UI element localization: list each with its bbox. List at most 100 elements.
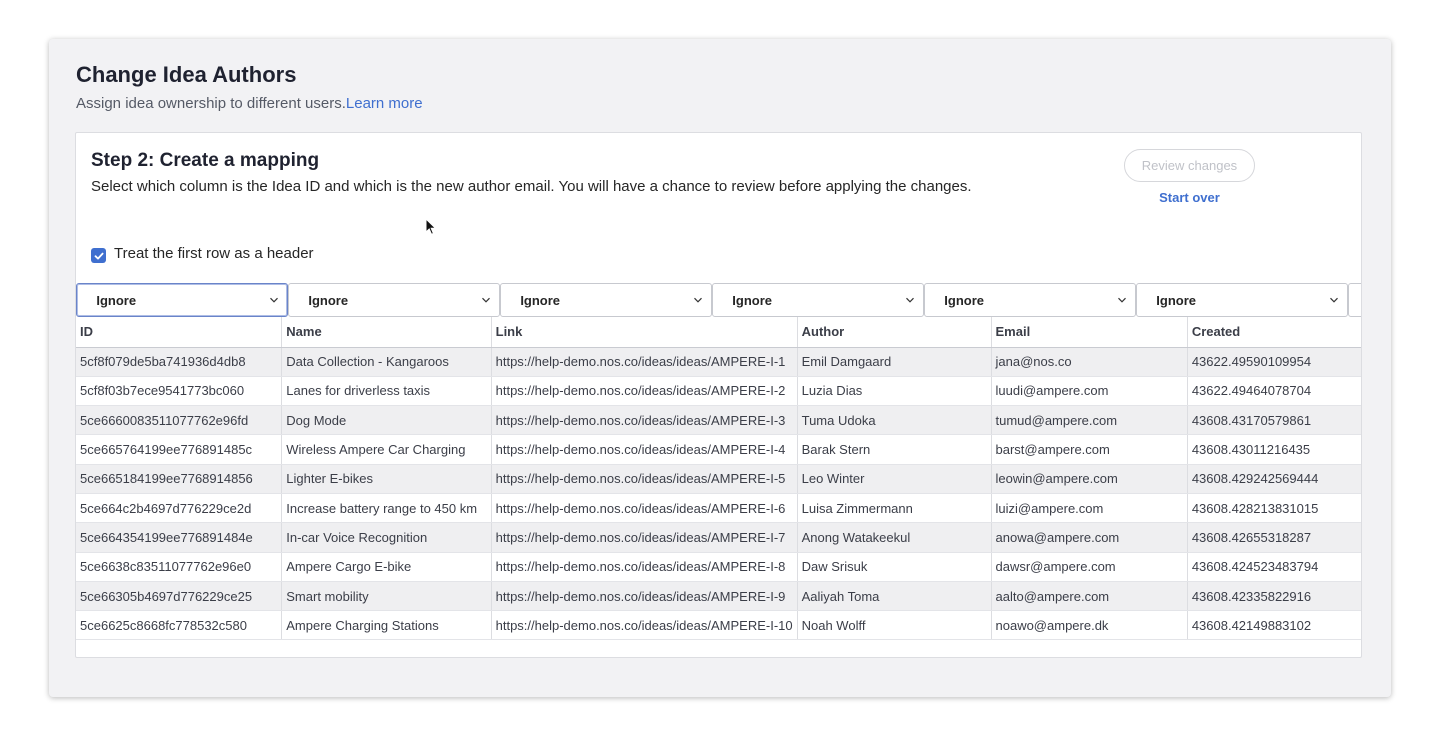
table-row: 5ce665764199ee776891485c Wireless Ampere … (76, 434, 1361, 465)
table-cell: aalto@ampere.com (991, 581, 1188, 612)
learn-more-link[interactable]: Learn more (346, 95, 423, 112)
table-cell: Luisa Zimmermann (797, 493, 992, 524)
column-mapping-select-4[interactable]: Ignore (712, 283, 924, 317)
column-mapping-select-3[interactable]: Ignore (500, 283, 712, 317)
column-header: Author (797, 317, 992, 348)
table-cell: Increase battery range to 450 km (281, 493, 492, 524)
table-cell: Luzia Dias (797, 376, 992, 407)
step-description: Select which column is the Idea ID and w… (91, 178, 972, 195)
chevron-down-icon (1329, 297, 1338, 303)
table-cell: 5ce6660083511077762e96fd (76, 405, 283, 436)
table-cell: 5ce665184199ee7768914856 (76, 464, 283, 494)
table-row: 5ce6638c83511077762e96e0 Ampere Cargo E-b… (76, 552, 1361, 582)
column-header: Link (491, 317, 798, 348)
mapping-panel: Step 2: Create a mapping Select which co… (75, 132, 1362, 658)
column-mapping-selects: Ignore Ignore Ignore Ignore Ignore Ignore (76, 283, 1361, 317)
table-cell: Noah Wolff (797, 610, 992, 641)
table-cell: tumud@ampere.com (991, 405, 1188, 436)
table-cell: 43608.428213831015 (1187, 493, 1361, 524)
start-over-link[interactable]: Start over (1124, 190, 1255, 205)
table-cell: barst@ampere.com (991, 434, 1188, 465)
table-cell: luizi@ampere.com (991, 493, 1188, 524)
table-cell: In-car Voice Recognition (281, 522, 492, 553)
table-cell: Ampere Charging Stations (281, 610, 492, 641)
table-cell: 5ce664c2b4697d776229ce2d (76, 493, 283, 524)
column-mapping-select-value: Ignore (96, 292, 137, 308)
table-cell: 5ce6625c8668fc778532c580 (76, 610, 283, 641)
column-mapping-select-5[interactable]: Ignore (924, 283, 1136, 317)
table-cell: noawo@ampere.dk (991, 610, 1188, 641)
change-idea-authors-dialog: Change Idea Authors Assign idea ownershi… (49, 39, 1391, 697)
table-cell: 43608.42149883102 (1187, 610, 1361, 641)
table-cell: 43622.49464078704 (1187, 376, 1361, 407)
chevron-down-icon (693, 297, 702, 303)
column-header: Created (1187, 317, 1361, 348)
column-mapping-select-value: Ignore (520, 292, 561, 308)
table-cell: Dog Mode (281, 405, 492, 436)
table-cell: jana@nos.co (991, 347, 1188, 377)
column-mapping-select-value: Ignore (308, 292, 349, 308)
table-cell: 43622.49590109954 (1187, 347, 1361, 377)
checkmark-icon (94, 252, 103, 259)
table-cell: Barak Stern (797, 434, 992, 465)
step-title: Step 2: Create a mapping (91, 150, 320, 171)
column-mapping-select-6[interactable]: Ignore (1136, 283, 1348, 317)
table-cell: Leo Winter (797, 464, 992, 494)
table-cell: https://help-demo.nos.co/ideas/ideas/AMP… (491, 464, 798, 494)
table-row: 5ce664354199ee776891484e In-car Voice Rec… (76, 522, 1361, 553)
chevron-down-icon (269, 297, 278, 303)
table-cell: 5ce664354199ee776891484e (76, 522, 283, 553)
table-cell: https://help-demo.nos.co/ideas/ideas/AMP… (491, 347, 798, 377)
header-row-checkbox[interactable] (91, 248, 106, 263)
column-mapping-select-1[interactable]: Ignore (76, 283, 288, 317)
chevron-down-icon (905, 297, 914, 303)
review-changes-button[interactable]: Review changes (1124, 149, 1255, 182)
dialog-subtitle: Assign idea ownership to different users… (76, 95, 423, 112)
column-mapping-select-7[interactable] (1348, 283, 1361, 317)
table-row: 5ce6625c8668fc778532c580 Ampere Charging … (76, 610, 1361, 641)
table-row: 5cf8f079de5ba741936d4db8 Data Collection … (76, 347, 1361, 377)
table-cell: https://help-demo.nos.co/ideas/ideas/AMP… (491, 581, 798, 612)
table-body: 5cf8f079de5ba741936d4db8 Data Collection … (76, 347, 1361, 641)
header-row-checkbox-label[interactable]: Treat the first row as a header (114, 245, 314, 262)
table-cell: https://help-demo.nos.co/ideas/ideas/AMP… (491, 552, 798, 582)
table-row: 5ce665184199ee7768914856 Lighter E-bikes h… (76, 464, 1361, 494)
table-cell: Ampere Cargo E-bike (281, 552, 492, 582)
table-row: 5ce6660083511077762e96fd Dog Mode https://… (76, 405, 1361, 436)
column-header: Name (281, 317, 492, 348)
chevron-down-icon (481, 297, 490, 303)
dialog-title: Change Idea Authors (76, 62, 297, 87)
table-row: 5ce664c2b4697d776229ce2d Increase battery… (76, 493, 1361, 524)
table-cell: https://help-demo.nos.co/ideas/ideas/AMP… (491, 493, 798, 524)
table-cell: https://help-demo.nos.co/ideas/ideas/AMP… (491, 522, 798, 553)
table-cell: anowa@ampere.com (991, 522, 1188, 553)
table-cell: dawsr@ampere.com (991, 552, 1188, 582)
table-cell: 5ce6638c83511077762e96e0 (76, 552, 283, 582)
preview-table: IDNameLinkAuthorEmailCreatedLa 5cf8f079d… (76, 317, 1361, 641)
table-cell: 5cf8f079de5ba741936d4db8 (76, 347, 283, 377)
table-cell: 43608.42335822916 (1187, 581, 1361, 612)
table-row: 5cf8f03b7ece9541773bc060 Lanes for driver… (76, 376, 1361, 407)
column-header: Email (991, 317, 1188, 348)
mouse-cursor-icon (425, 218, 437, 235)
column-mapping-select-value: Ignore (1156, 292, 1196, 308)
table-cell: 43608.43170579861 (1187, 405, 1361, 436)
table-cell: Tuma Udoka (797, 405, 992, 436)
table-header-row: IDNameLinkAuthorEmailCreatedLa (76, 317, 1361, 348)
table-cell: leowin@ampere.com (991, 464, 1188, 494)
table-cell: 43608.424523483794 (1187, 552, 1361, 582)
table-cell: Aaliyah Toma (797, 581, 992, 612)
table-cell: https://help-demo.nos.co/ideas/ideas/AMP… (491, 610, 798, 641)
table-cell: Daw Srisuk (797, 552, 992, 582)
table-cell: Anong Watakeekul (797, 522, 992, 553)
column-mapping-select-value: Ignore (944, 292, 985, 308)
chevron-down-icon (1117, 297, 1126, 303)
table-cell: https://help-demo.nos.co/ideas/ideas/AMP… (491, 376, 798, 407)
column-mapping-select-2[interactable]: Ignore (288, 283, 500, 317)
table-cell: 43608.429242569444 (1187, 464, 1361, 494)
table-cell: 5ce66305b4697d776229ce25 (76, 581, 283, 612)
column-header: ID (76, 317, 283, 348)
table-cell: Lanes for driverless taxis (281, 376, 492, 407)
table-cell: 43608.43011216435 (1187, 434, 1361, 465)
table-cell: https://help-demo.nos.co/ideas/ideas/AMP… (491, 405, 798, 436)
